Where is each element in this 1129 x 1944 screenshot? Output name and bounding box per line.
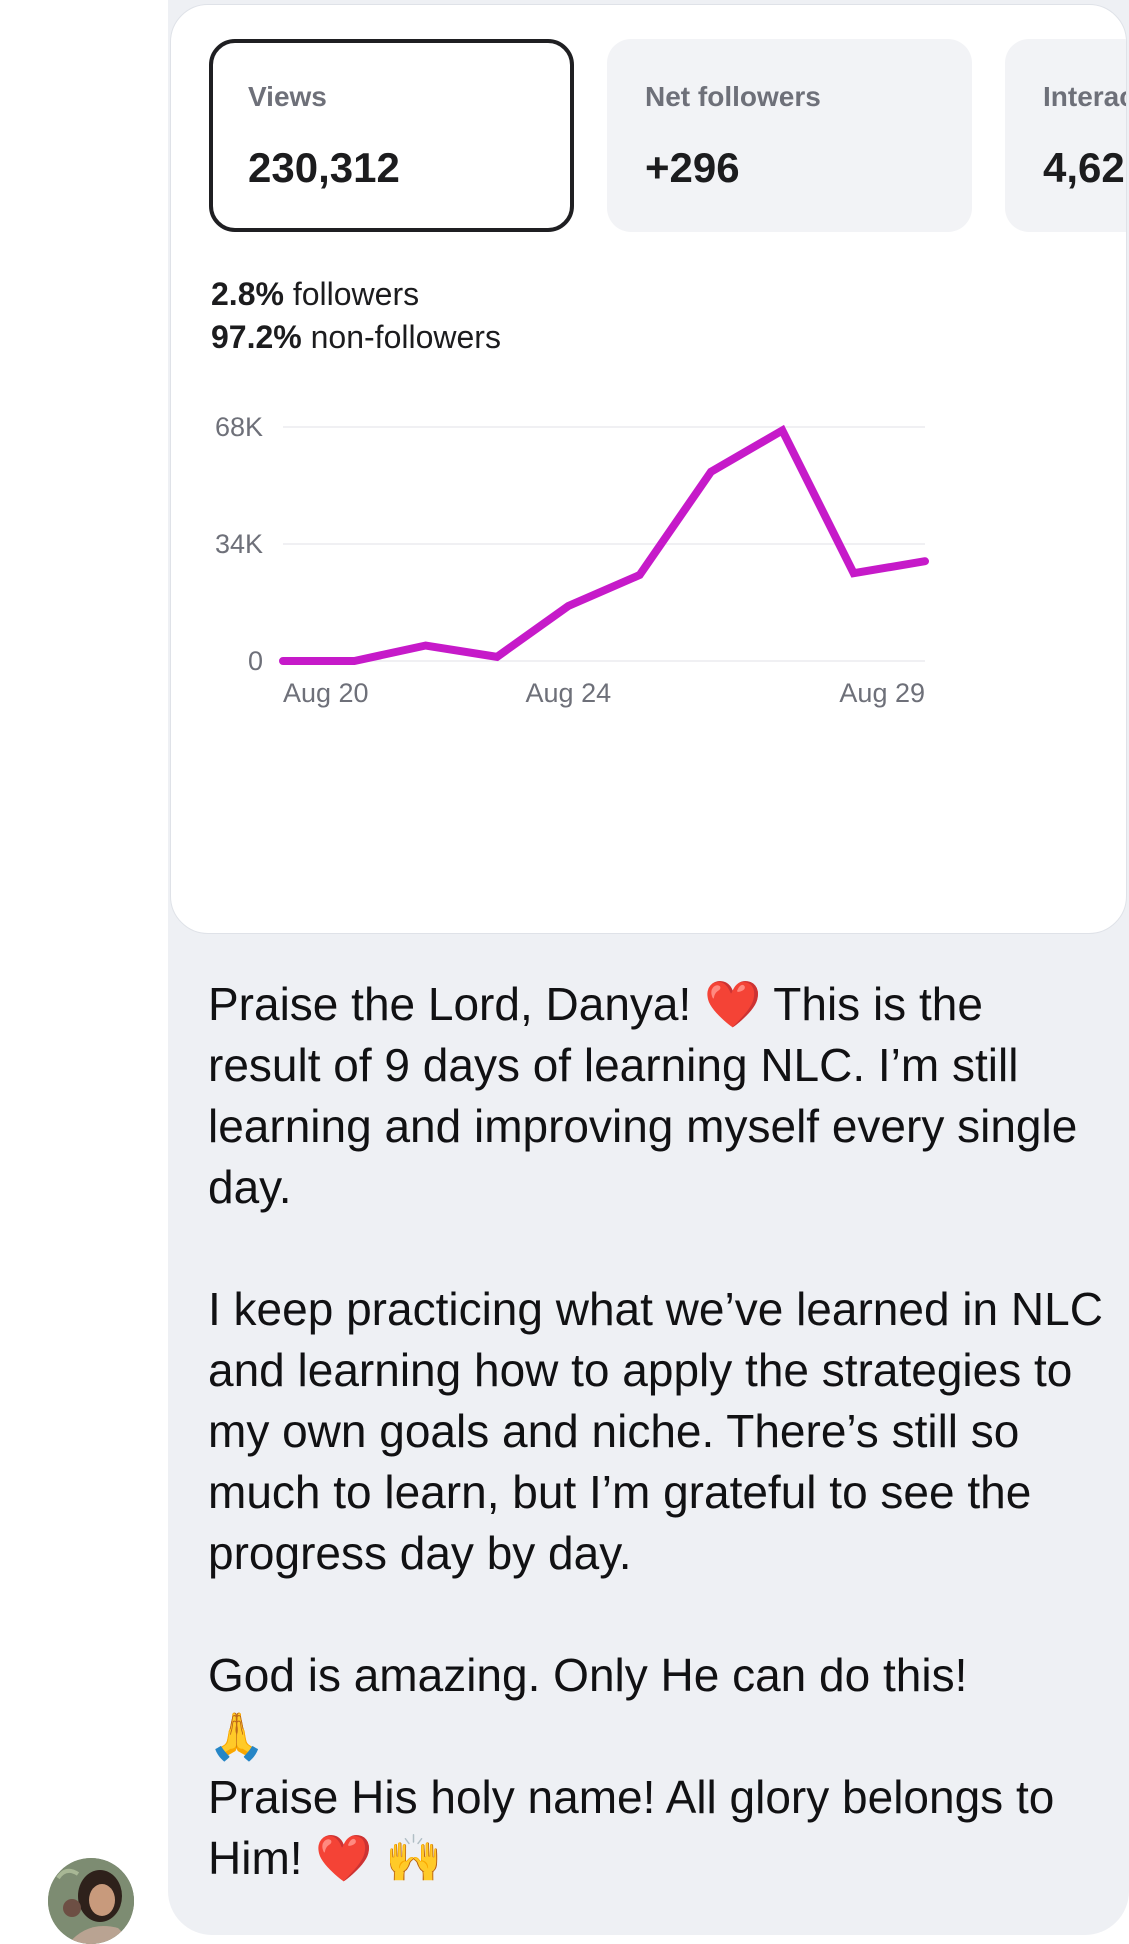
x-tick-label: Aug 20 — [283, 678, 369, 708]
x-tick-label: Aug 29 — [839, 678, 925, 708]
sender-avatar[interactable] — [48, 1858, 134, 1944]
message-bubble[interactable]: Praise the Lord, Danya! ❤️ This is the r… — [168, 938, 1129, 1935]
views-line-chart: 0 34K 68K Aug 20 Aug 24 Aug 29 — [215, 412, 929, 708]
y-tick-label: 0 — [248, 646, 263, 676]
profile-avatar-icon — [48, 1858, 134, 1944]
insights-card[interactable]: Views 230,312 Net followers +296 Interac… — [170, 4, 1127, 934]
y-tick-label: 68K — [215, 412, 263, 442]
message-paragraph-1: Praise the Lord, Danya! ❤️ This is the r… — [208, 978, 1078, 1213]
message-paragraph-2: I keep practicing what we’ve learned in … — [208, 1283, 1103, 1579]
x-tick-label: Aug 24 — [526, 678, 612, 708]
message-paragraph-3: God is amazing. Only He can do this! 🙏 P… — [208, 1649, 1055, 1884]
y-tick-label: 34K — [215, 529, 263, 559]
views-series-line — [279, 424, 929, 665]
message-text: Praise the Lord, Danya! ❤️ This is the r… — [208, 974, 1108, 1889]
